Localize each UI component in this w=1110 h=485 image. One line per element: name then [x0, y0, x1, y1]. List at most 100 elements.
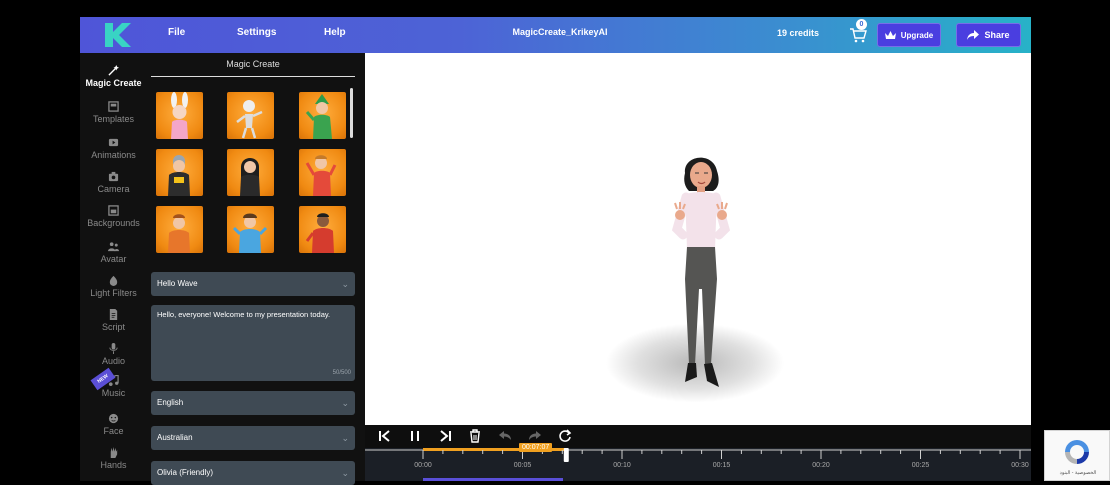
avatar-thumb-orange-hoodie[interactable] — [156, 206, 203, 253]
tick-label: 00:00 — [414, 462, 432, 469]
avatar-icon — [108, 242, 119, 252]
nav-templates[interactable]: Templates — [80, 101, 147, 124]
nav-label: Camera — [97, 184, 130, 194]
share-button[interactable]: Share — [956, 23, 1021, 47]
scene-viewport[interactable] — [365, 53, 1031, 425]
language-select-value: English — [157, 398, 184, 407]
language-select[interactable]: English ⌄ — [151, 391, 355, 415]
recaptcha-badge[interactable]: الخصوصية - البنود — [1044, 430, 1110, 481]
timeline-track[interactable] — [365, 448, 1031, 481]
nav-animations[interactable]: Animations — [80, 137, 147, 160]
microphone-icon — [109, 343, 118, 354]
tick-label: 00:05 — [513, 462, 532, 469]
script-text: Hello, everyone! Welcome to my presentat… — [157, 310, 331, 319]
nav-label: Script — [101, 322, 125, 332]
hands-icon — [110, 447, 118, 458]
chevron-down-icon: ⌄ — [341, 279, 349, 289]
refresh-icon[interactable] — [557, 428, 573, 444]
nav-audio[interactable]: Audio — [80, 343, 147, 366]
avatar-thumb-blue-shirt[interactable] — [227, 206, 274, 253]
templates-icon — [108, 101, 119, 112]
script-textarea[interactable]: Hello, everyone! Welcome to my presentat… — [151, 305, 355, 381]
trash-icon[interactable] — [467, 428, 483, 444]
nav-label: Backgrounds — [87, 218, 140, 228]
project-title: MagicCreate_KrikeyAI — [512, 27, 608, 37]
nav-label: Hands — [100, 460, 127, 470]
nav-music[interactable]: NEW Music — [80, 367, 147, 398]
animation-select[interactable]: Hello Wave ⌄ — [151, 272, 355, 296]
undo-icon[interactable] — [497, 428, 513, 444]
share-label: Share — [984, 30, 1010, 40]
upgrade-button[interactable]: Upgrade — [877, 23, 941, 47]
avatar-thumb-red-jacket[interactable] — [299, 206, 346, 253]
nav-light-filters[interactable]: Light Filters — [80, 275, 147, 298]
nav-label: Avatar — [100, 254, 127, 264]
script-icon — [109, 309, 118, 320]
chevron-down-icon: ⌄ — [341, 433, 349, 443]
tick-label: 00:25 — [911, 462, 930, 469]
nav-avatar[interactable]: Avatar — [80, 241, 147, 264]
backgrounds-icon — [108, 205, 119, 216]
animations-icon — [108, 138, 119, 147]
pause-icon[interactable] — [407, 428, 423, 444]
light-filters-icon — [109, 275, 118, 286]
nav-backgrounds[interactable]: Backgrounds — [80, 205, 147, 228]
nav-label: Templates — [92, 114, 135, 124]
nav-label: Face — [103, 426, 124, 436]
new-badge: NEW — [90, 367, 116, 391]
nav-camera[interactable]: Camera — [80, 171, 147, 194]
krikey-logo[interactable] — [102, 21, 132, 49]
nav-label: Audio — [101, 356, 126, 366]
magic-create-panel: Magic Create Hello Wave ⌄ Hello, everyon… — [147, 53, 365, 485]
tick-label: 00:20 — [812, 462, 830, 469]
menu-settings[interactable]: Settings — [237, 27, 276, 38]
avatar-thumb-armored[interactable] — [156, 149, 203, 196]
side-nav: Magic Create Templates Animations Camera… — [80, 53, 147, 481]
redo-icon[interactable] — [527, 428, 543, 444]
face-icon — [108, 413, 119, 424]
chevron-down-icon: ⌄ — [341, 398, 349, 408]
tick-label: 00:30 — [1011, 462, 1029, 469]
playhead — [563, 448, 569, 462]
voice-select-value: Olivia (Friendly) — [157, 468, 214, 477]
nav-magic-create[interactable]: Magic Create — [80, 65, 147, 88]
recaptcha-icon — [1065, 440, 1089, 464]
voice-select[interactable]: Olivia (Friendly) ⌄ — [151, 461, 355, 485]
top-bar: File Settings Help MagicCreate_KrikeyAI … — [80, 17, 1031, 53]
nav-label: Magic Create — [85, 78, 142, 88]
skip-to-start-icon[interactable] — [377, 428, 393, 444]
nav-hands[interactable]: Hands — [80, 447, 147, 470]
share-arrow-icon — [967, 30, 980, 40]
panel-title: Magic Create — [151, 59, 355, 77]
cart-count-badge: 0 — [856, 19, 867, 30]
chevron-down-icon: ⌄ — [341, 468, 349, 478]
camera-icon — [108, 171, 119, 182]
app-window: File Settings Help MagicCreate_KrikeyAI … — [0, 0, 1110, 485]
current-time-label: 00:07:07 — [519, 443, 553, 452]
nav-label: Music — [101, 388, 126, 398]
tick-label: 00:15 — [712, 462, 731, 469]
timeline-ruler — [365, 448, 1031, 481]
timeline: 00:07:07 00:00 00:05 00:10 00:15 00:20 00:25 0… — [365, 425, 1031, 481]
tick-label: 00:10 — [613, 462, 631, 469]
avatar-thumb-dark-hair[interactable] — [227, 149, 274, 196]
crown-icon — [884, 30, 896, 39]
accent-select[interactable]: Australian ⌄ — [151, 426, 355, 450]
animation-select-value: Hello Wave — [157, 279, 198, 288]
avatar-thumb-bunny[interactable] — [156, 92, 203, 139]
menu-help[interactable]: Help — [324, 27, 346, 38]
avatar-thumb-elf[interactable] — [299, 92, 346, 139]
avatar-character — [671, 157, 731, 387]
avatar-thumb-skeleton[interactable] — [227, 92, 274, 139]
nav-label: Animations — [91, 150, 136, 160]
credits-count: 19 credits — [777, 28, 820, 38]
recaptcha-text: الخصوصية - البنود — [1059, 470, 1097, 476]
menu-file[interactable]: File — [168, 27, 185, 38]
skip-to-end-icon[interactable] — [437, 428, 453, 444]
panel-scrollbar[interactable] — [350, 88, 353, 138]
avatar-thumb-red-shirt[interactable] — [299, 149, 346, 196]
nav-label: Light Filters — [90, 288, 137, 298]
nav-script[interactable]: Script — [80, 309, 147, 332]
nav-face[interactable]: Face — [80, 413, 147, 436]
accent-select-value: Australian — [157, 433, 193, 442]
